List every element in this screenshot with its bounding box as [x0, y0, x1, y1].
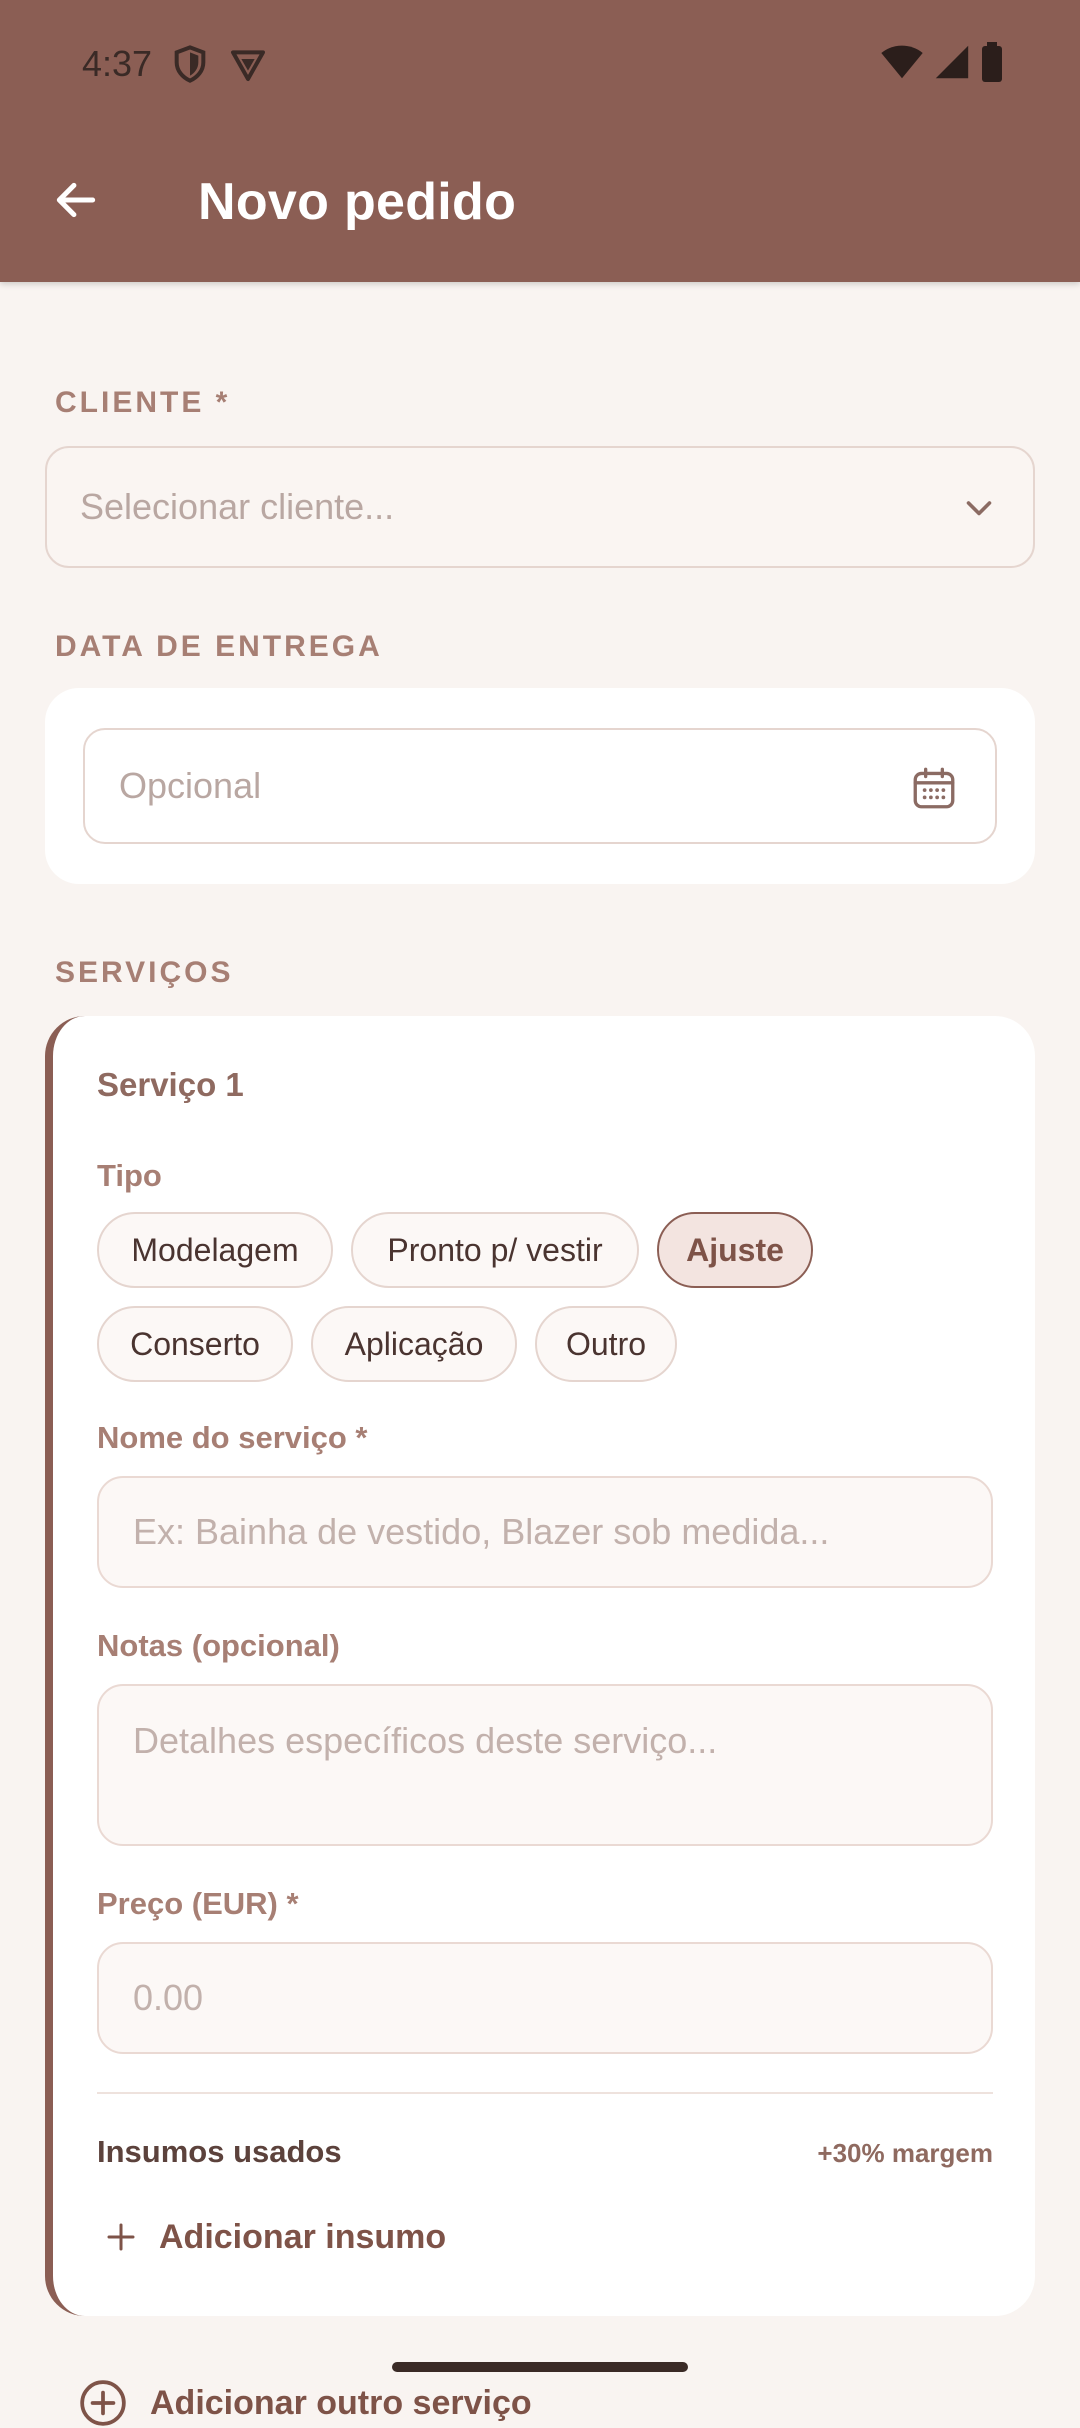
plus-icon [107, 2223, 135, 2251]
shield-icon [174, 45, 206, 83]
chevron-down-icon [966, 501, 992, 516]
cellular-signal-icon [935, 45, 969, 79]
notas-placeholder: Detalhes específicos deste serviço... [133, 1720, 718, 1761]
margin-badge: +30% margem [817, 2138, 993, 2168]
servicos-section-label: SERVIÇOS [55, 956, 234, 989]
wifi-icon [881, 45, 923, 79]
tipo-label: Tipo [97, 1158, 162, 1193]
service-card: Serviço 1 Tipo Modelagem Pronto p/ vesti… [45, 1016, 1035, 2316]
service-title: Serviço 1 [97, 1066, 244, 1103]
calendar-icon[interactable] [909, 763, 959, 813]
plus-circle-icon [80, 2380, 126, 2426]
divider [97, 2092, 993, 2094]
add-insumo-label: Adicionar insumo [159, 2217, 447, 2256]
add-service-label: Adicionar outro serviço [150, 2383, 532, 2422]
status-bar: 4:37 [82, 38, 268, 90]
chip-aplicacao[interactable]: Aplicação [311, 1306, 517, 1382]
add-insumo-button[interactable]: Adicionar insumo [103, 2212, 446, 2262]
entrega-section-label: DATA DE ENTREGA [55, 630, 383, 663]
arrow-left-icon [56, 182, 96, 218]
chip-conserto[interactable]: Conserto [97, 1306, 293, 1382]
nome-servico-input[interactable]: Ex: Bainha de vestido, Blazer sob medida… [97, 1476, 993, 1588]
preco-label: Preço (EUR) * [97, 1886, 299, 1921]
nome-servico-label: Nome do serviço * [97, 1420, 368, 1455]
status-time: 4:37 [82, 43, 153, 84]
insumos-label: Insumos usados [97, 2134, 342, 2169]
entrega-date-field[interactable]: Opcional [83, 728, 997, 844]
preco-placeholder: 0.00 [133, 1977, 204, 2018]
app-bar: 4:37 Novo pedido [0, 0, 1080, 282]
system-icons [880, 42, 1004, 82]
chip-ajuste[interactable]: Ajuste [657, 1212, 813, 1288]
nome-servico-placeholder: Ex: Bainha de vestido, Blazer sob medida… [133, 1511, 830, 1552]
chip-modelagem[interactable]: Modelagem [97, 1212, 333, 1288]
chip-pronto-p-vestir[interactable]: Pronto p/ vestir [351, 1212, 639, 1288]
preco-input[interactable]: 0.00 [97, 1942, 993, 2054]
battery-icon [982, 42, 1002, 82]
cliente-section-label: CLIENTE * [55, 386, 231, 419]
page-title: Novo pedido [198, 173, 517, 231]
home-indicator[interactable] [392, 2362, 688, 2372]
notas-label: Notas (opcional) [97, 1628, 340, 1663]
entrega-card: Opcional [45, 688, 1035, 884]
notas-textarea[interactable]: Detalhes específicos deste serviço... [97, 1684, 993, 1846]
vpn-icon [231, 50, 266, 81]
back-button[interactable] [48, 172, 104, 228]
chip-outro[interactable]: Outro [535, 1306, 677, 1382]
cliente-select[interactable]: Selecionar cliente... [45, 446, 1035, 568]
entrega-date-placeholder: Opcional [119, 765, 262, 806]
add-service-button[interactable]: Adicionar outro serviço [78, 2378, 532, 2428]
cliente-select-placeholder: Selecionar cliente... [80, 486, 395, 527]
